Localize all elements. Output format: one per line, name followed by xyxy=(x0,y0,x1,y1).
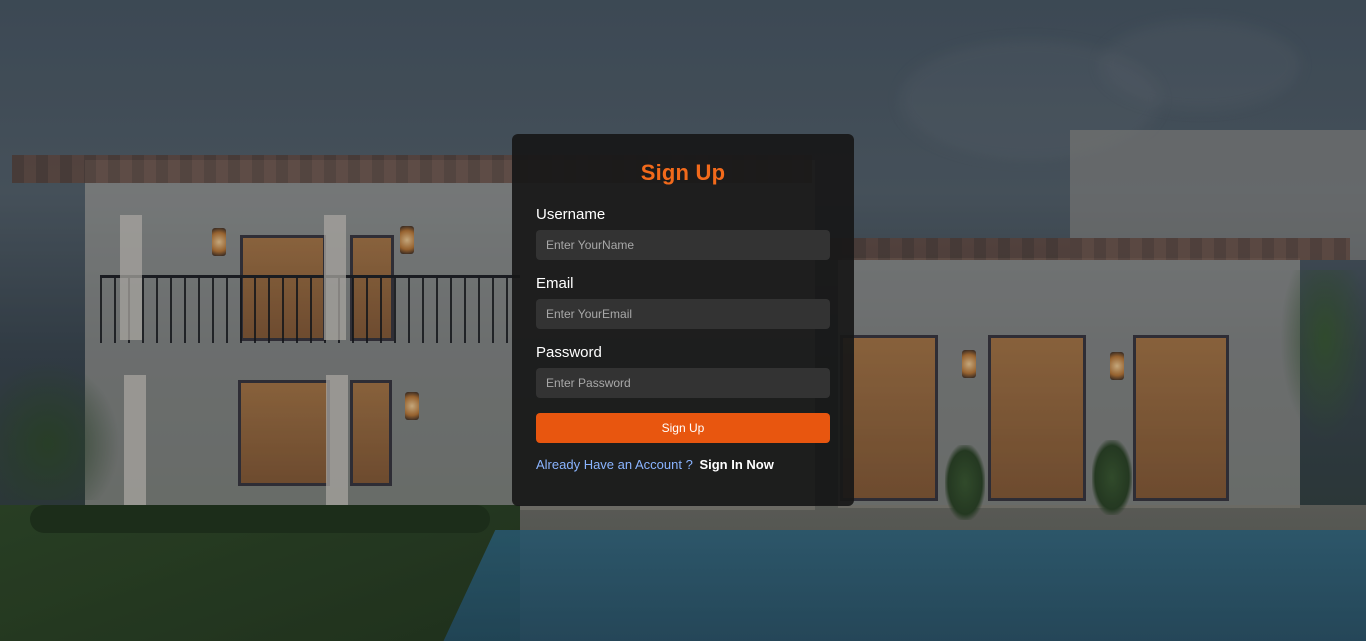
email-input[interactable] xyxy=(536,299,830,329)
username-label: Username xyxy=(536,206,606,223)
email-label: Email xyxy=(536,275,574,292)
signup-title: Sign Up xyxy=(640,160,726,185)
background-scene: Sign Up Username Email Password Sign Up … xyxy=(0,0,1366,641)
signin-prompt-text: Already Have an Account ? xyxy=(536,457,693,472)
signup-card: Sign Up Username Email Password Sign Up … xyxy=(512,134,854,506)
signup-button[interactable]: Sign Up xyxy=(536,413,830,443)
username-input[interactable] xyxy=(536,230,830,260)
password-label: Password xyxy=(536,344,602,361)
signin-link[interactable]: Sign In Now xyxy=(699,457,773,472)
password-input[interactable] xyxy=(536,368,830,398)
signin-prompt: Already Have an Account ? Sign In Now xyxy=(536,457,830,472)
